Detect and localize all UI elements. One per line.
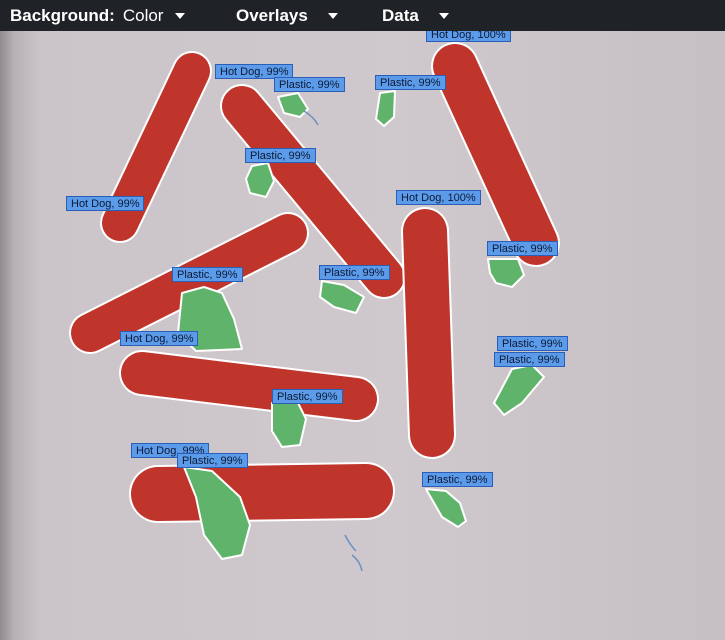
data-dropdown[interactable]: Data bbox=[382, 0, 449, 31]
top-toolbar: Background: Color Overlays Data bbox=[0, 0, 725, 31]
detection-label[interactable]: Plastic, 99% bbox=[422, 472, 493, 487]
detection-label[interactable]: Hot Dog, 100% bbox=[396, 190, 481, 205]
plastic-shadow bbox=[303, 110, 319, 126]
detection-canvas: Hot Dog, 100% Hot Dog, 99% Plastic, 99% … bbox=[0, 31, 725, 640]
chevron-down-icon bbox=[175, 12, 186, 19]
plastic-mask bbox=[277, 92, 309, 118]
data-label: Data bbox=[382, 5, 419, 25]
detection-label[interactable]: Plastic, 99% bbox=[272, 389, 343, 404]
detection-label[interactable]: Plastic, 99% bbox=[487, 241, 558, 256]
segmentation-masks bbox=[69, 42, 560, 572]
detection-label[interactable]: Plastic, 99% bbox=[494, 352, 565, 367]
background-label: Background: bbox=[10, 5, 115, 25]
detection-label[interactable]: Hot Dog, 99% bbox=[66, 196, 145, 211]
plastic-shadow bbox=[351, 554, 363, 572]
detection-label[interactable]: Plastic, 99% bbox=[172, 267, 243, 282]
plastic-mask bbox=[487, 258, 525, 288]
plastic-mask bbox=[425, 488, 467, 528]
background-dropdown[interactable]: Background: Color bbox=[10, 0, 186, 31]
plastic-mask bbox=[319, 280, 365, 314]
detection-label[interactable]: Hot Dog, 100% bbox=[426, 31, 511, 42]
plastic-shadow bbox=[344, 534, 357, 552]
chevron-down-icon bbox=[438, 12, 449, 19]
detection-label[interactable]: Plastic, 99% bbox=[274, 77, 345, 92]
plastic-mask bbox=[245, 162, 275, 198]
background-value: Color bbox=[122, 5, 164, 25]
detection-label[interactable]: Plastic, 99% bbox=[177, 453, 248, 468]
detection-label[interactable]: Plastic, 99% bbox=[245, 148, 316, 163]
overlays-label: Overlays bbox=[236, 5, 308, 25]
plastic-mask bbox=[375, 90, 396, 127]
detection-label[interactable]: Plastic, 99% bbox=[319, 265, 390, 280]
detection-label[interactable]: Plastic, 99% bbox=[497, 336, 568, 351]
overlays-dropdown[interactable]: Overlays bbox=[236, 0, 338, 31]
detection-label[interactable]: Plastic, 99% bbox=[375, 75, 446, 90]
chevron-down-icon bbox=[327, 12, 338, 19]
detection-label[interactable]: Hot Dog, 99% bbox=[120, 331, 199, 346]
plastic-mask bbox=[493, 364, 545, 416]
